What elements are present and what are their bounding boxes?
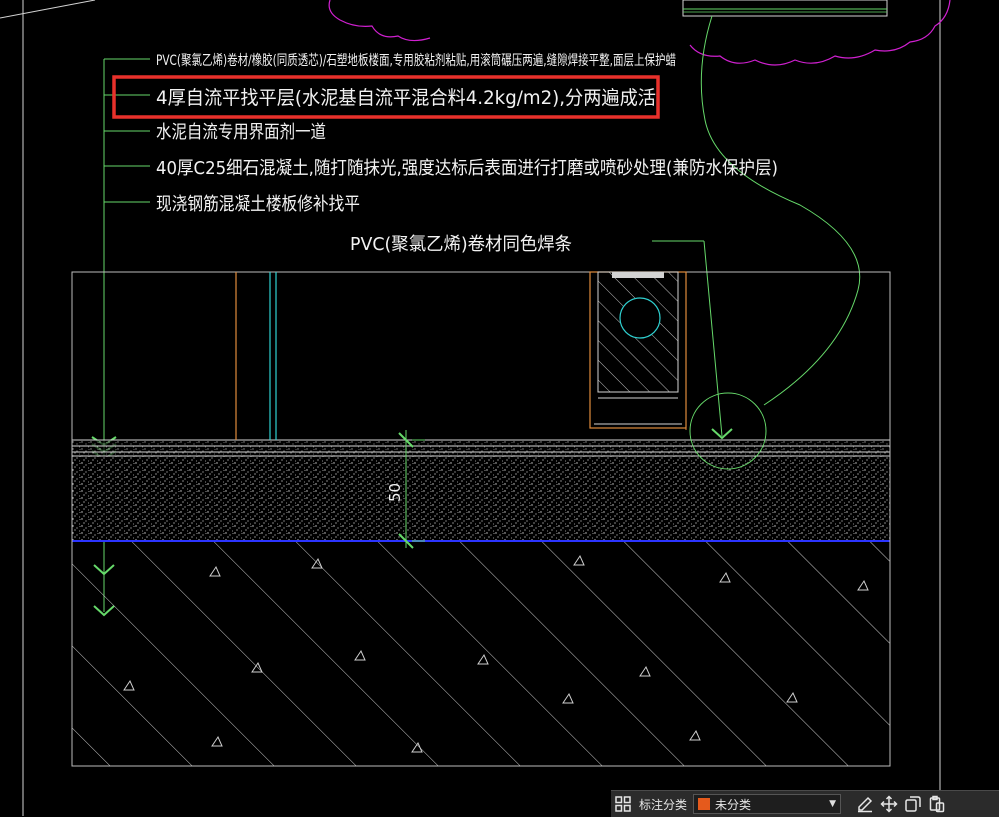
cloud-leader-curve <box>700 15 861 406</box>
category-value: 未分类 <box>715 797 752 812</box>
category-label: 标注分类 <box>639 797 688 812</box>
callout-5: 现浇钢筋混凝土楼板修补找平 <box>156 194 360 215</box>
edit-icon[interactable] <box>853 793 877 815</box>
grid-icon[interactable] <box>611 793 635 815</box>
annotation-toolbar: 标注分类 未分类 ▼ <box>611 790 999 817</box>
weld-rod-note: PVC(聚氯乙烯)卷材同色焊条 <box>350 234 572 255</box>
copy-icon[interactable] <box>901 793 925 815</box>
dimension-value: 50 <box>386 483 404 502</box>
callout-4: 40厚C25细石混凝土,随打随抹光,强度达标后表面进行打磨或喷砂处理(兼防水保护… <box>156 158 778 179</box>
chevron-down-icon: ▼ <box>829 799 837 809</box>
paste-icon[interactable] <box>925 793 949 815</box>
top-reference-block <box>682 0 888 17</box>
category-color-swatch <box>698 798 711 810</box>
move-icon[interactable] <box>877 793 901 815</box>
section-drawing <box>71 271 891 767</box>
callout-2: 4厚自流平找平层(水泥基自流平混合料4.2kg/m2),分两遍成活 <box>156 87 656 109</box>
cad-drawing-canvas[interactable]: PVC(聚氯乙烯)卷材/橡胶(同质透芯)/石塑地板楼面,专用胶粘剂粘贴,用滚筒碾… <box>0 0 999 816</box>
callout-3: 水泥自流专用界面剂一道 <box>156 122 326 143</box>
skirting-detail <box>589 271 687 429</box>
category-select[interactable]: 未分类 ▼ <box>693 794 842 814</box>
callout-1: PVC(聚氯乙烯)卷材/橡胶(同质透芯)/石塑地板楼面,专用胶粘剂粘贴,用滚筒碾… <box>156 52 676 69</box>
